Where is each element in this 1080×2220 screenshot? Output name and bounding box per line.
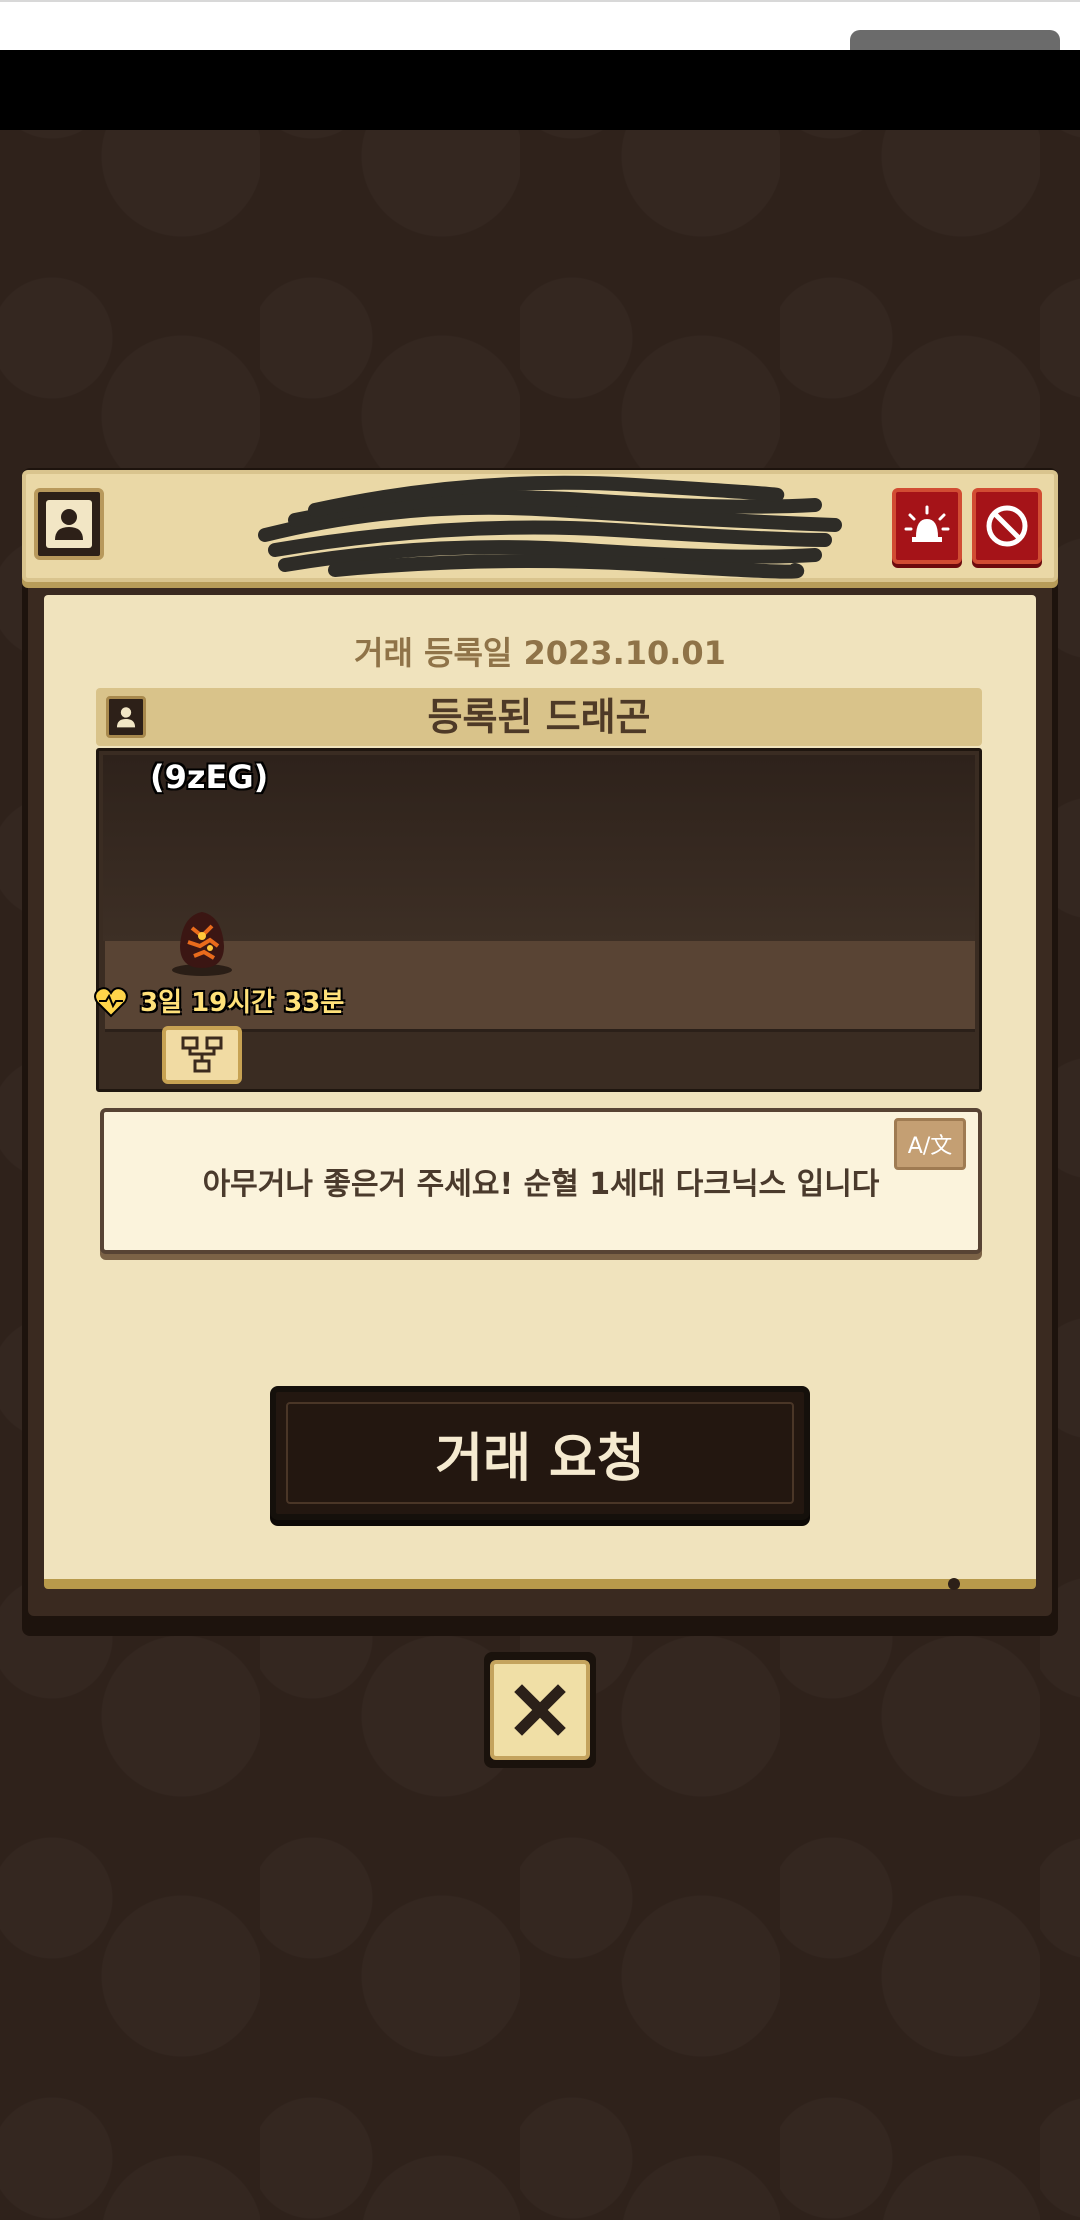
dragon-name: (9zEG) [150, 758, 269, 796]
redacted-username [258, 475, 842, 579]
siren-icon [904, 505, 950, 542]
section-header: 등록된 드래곤 [96, 688, 982, 746]
black-bar [0, 50, 1080, 130]
family-tree-icon [181, 1036, 223, 1073]
registration-date: 거래 등록일 2023.10.01 [354, 634, 726, 672]
block-icon [986, 505, 1028, 547]
translate-button[interactable]: A/文 [894, 1118, 966, 1170]
report-button[interactable] [892, 488, 962, 564]
profile-button[interactable] [34, 488, 104, 560]
seller-message: 아무거나 좋은거 주세요! 순혈 1세대 다크닉스 입니다 [100, 1108, 982, 1254]
heart-icon [94, 987, 128, 1018]
trade-request-button[interactable]: 거래 요청 [270, 1386, 810, 1520]
dragon-egg-sprite[interactable] [166, 906, 238, 978]
close-button[interactable] [484, 1652, 596, 1768]
block-button[interactable] [972, 488, 1042, 564]
person-icon [46, 500, 92, 548]
family-tree-button[interactable] [162, 1026, 242, 1084]
section-title: 등록된 드래곤 [427, 695, 651, 739]
message-text: 아무거나 좋은거 주세요! 순혈 1세대 다크닉스 입니다 [202, 1167, 880, 1202]
decor-dot [948, 1578, 960, 1590]
time-remaining: 3일 19시간 33분 [140, 988, 345, 1018]
trade-request-label: 거래 요청 [435, 1428, 645, 1489]
close-icon [490, 1660, 590, 1760]
top-tab [850, 30, 1060, 50]
